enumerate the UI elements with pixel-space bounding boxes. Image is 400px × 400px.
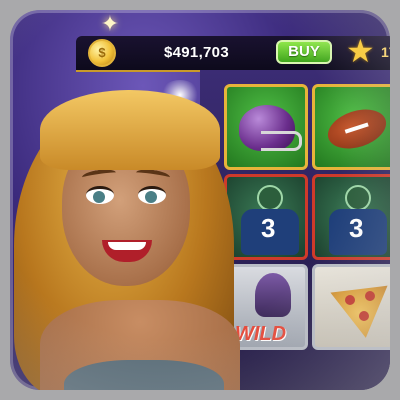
- pizza-icon: [330, 285, 388, 338]
- top-bar: $ $491,703 BUY ★ 17: [76, 33, 390, 72]
- buy-button[interactable]: BUY: [276, 40, 332, 64]
- wild-player-icon: [255, 273, 291, 317]
- character-top: [64, 360, 224, 390]
- pepperoni: [359, 311, 369, 321]
- jersey-number: 3: [349, 213, 364, 243]
- coin-balance: $491,703: [164, 44, 229, 61]
- eye: [138, 186, 166, 204]
- pepperoni: [365, 291, 375, 301]
- pepperoni: [345, 295, 355, 305]
- reel-tile-player: 3: [312, 174, 390, 260]
- coin-icon: $: [88, 39, 116, 67]
- star-icon: ★: [346, 33, 375, 69]
- jersey-number: 3: [261, 213, 276, 243]
- eye: [86, 186, 114, 204]
- game-screen: ✦ $ $491,703 BUY ★ 17 3: [10, 10, 390, 390]
- device-frame: ✦ $ $491,703 BUY ★ 17 3: [0, 0, 400, 400]
- mouth: [102, 240, 152, 262]
- sparkle-icon: ✦: [100, 11, 120, 36]
- football-icon: [322, 102, 390, 156]
- level-counter: 17: [381, 44, 390, 60]
- character-bangs: [40, 90, 220, 170]
- reel-tile-pizza: [312, 264, 390, 350]
- hostess-character: [10, 90, 250, 390]
- player-icon: 3: [325, 185, 389, 257]
- reel-tile-football: [312, 84, 390, 170]
